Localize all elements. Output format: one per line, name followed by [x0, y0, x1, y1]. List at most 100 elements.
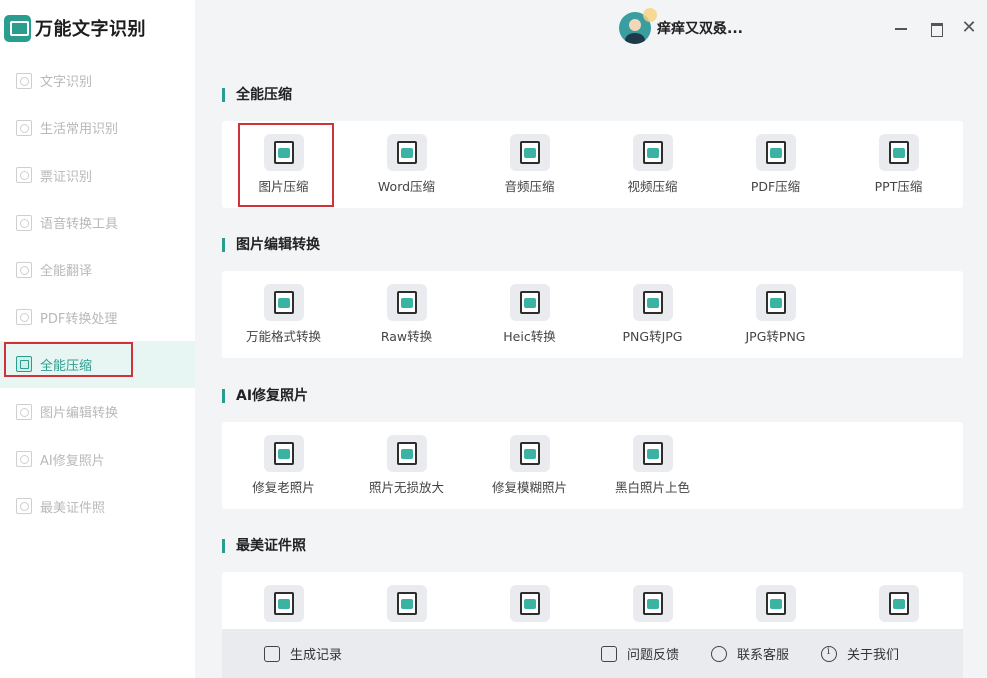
word-compress-icon	[386, 134, 427, 171]
section-title-compress: 全能压缩	[222, 85, 292, 105]
tool-label: 视频压缩	[627, 179, 678, 194]
pdf-compress-icon	[755, 134, 796, 171]
tool-ppt-compress[interactable]: PPT压缩	[837, 121, 960, 208]
section-title-ai-repair: AI修复照片	[222, 386, 308, 406]
sidebar-item-ai-repair[interactable]: AI修复照片	[0, 435, 195, 482]
sidebar-item-image-edit[interactable]: 图片编辑转换	[0, 388, 195, 435]
avatar-badge-icon	[643, 8, 657, 22]
compress-icon	[16, 356, 32, 373]
sidebar-item-label: PDF转换处理	[40, 311, 118, 327]
tool-heic-convert[interactable]: Heic转换	[468, 271, 591, 358]
section-title-id-photo: 最美证件照	[222, 536, 306, 556]
life-scan-icon	[16, 119, 32, 136]
tool-label: Raw转换	[380, 329, 433, 344]
tool-card-image-edit: 万能格式转换 Raw转换 Heic转换 PNG转JPG JPG转PNG	[222, 271, 963, 358]
username[interactable]: 痒痒又双叒...	[657, 18, 743, 38]
raw-convert-icon	[386, 284, 427, 321]
id-photo-icon	[16, 498, 32, 515]
tool-raw-convert[interactable]: Raw转换	[345, 271, 468, 358]
id-photo-4-icon	[632, 585, 673, 622]
maximize-button[interactable]	[926, 18, 946, 38]
audio-compress-icon	[509, 134, 550, 171]
history-button[interactable]: 生成记录	[264, 629, 342, 678]
translate-icon	[16, 261, 32, 278]
ai-repair-icon	[16, 451, 32, 468]
app-name: 万能文字识别	[35, 19, 146, 40]
tool-label: Word压缩	[377, 179, 436, 194]
app-logo-icon	[4, 14, 31, 42]
history-label: 生成记录	[290, 648, 343, 663]
repair-old-photo-icon	[263, 435, 304, 472]
tool-label: 黑白照片上色	[614, 480, 690, 495]
sidebar-item-label: 票证识别	[40, 169, 93, 185]
tool-repair-blur-photo[interactable]: 修复模糊照片	[468, 422, 591, 509]
sidebar-item-label: 文字识别	[40, 75, 93, 91]
tool-label: PPT压缩	[874, 179, 923, 194]
format-convert-icon	[263, 284, 304, 321]
image-edit-icon	[16, 403, 32, 420]
id-photo-2-icon	[386, 585, 427, 622]
feedback-button[interactable]: 问题反馈	[601, 629, 679, 678]
tool-card-ai-repair: 修复老照片 照片无损放大 修复模糊照片 黑白照片上色	[222, 422, 963, 509]
main-content: 全能压缩 图片压缩 Word压缩 音频压缩 视频压缩 PDF压缩 PPT压缩 图…	[195, 58, 987, 678]
tool-label: Heic转换	[503, 329, 556, 344]
tool-format-convert[interactable]: 万能格式转换	[222, 271, 345, 358]
sidebar-item-ticket-recognition[interactable]: 票证识别	[0, 152, 195, 199]
heic-convert-icon	[509, 284, 550, 321]
mail-icon	[601, 645, 617, 662]
sidebar-item-label: 最美证件照	[40, 500, 106, 516]
title-bar: 痒痒又双叒... ✕	[195, 0, 987, 58]
tool-label: 照片无损放大	[368, 480, 444, 495]
ticket-scan-icon	[16, 167, 32, 184]
tool-video-compress[interactable]: 视频压缩	[591, 121, 714, 208]
png-to-jpg-icon	[632, 284, 673, 321]
sidebar-item-translate[interactable]: 全能翻译	[0, 246, 195, 293]
sidebar-item-label: 语音转换工具	[40, 217, 119, 233]
about-label: 关于我们	[847, 648, 900, 663]
sidebar-item-compress[interactable]: 全能压缩	[0, 340, 195, 389]
tool-audio-compress[interactable]: 音频压缩	[468, 121, 591, 208]
tool-png-to-jpg[interactable]: PNG转JPG	[591, 271, 714, 358]
minimize-button[interactable]	[891, 18, 911, 38]
id-photo-6-icon	[878, 585, 919, 622]
sidebar-item-id-photo[interactable]: 最美证件照	[0, 483, 195, 530]
sidebar-item-pdf[interactable]: PDF转换处理	[0, 293, 195, 340]
support-label: 联系客服	[737, 648, 790, 663]
tool-word-compress[interactable]: Word压缩	[345, 121, 468, 208]
sidebar-item-text-recognition[interactable]: 文字识别	[0, 57, 195, 104]
tool-pdf-compress[interactable]: PDF压缩	[714, 121, 837, 208]
lossless-upscale-icon	[386, 435, 427, 472]
tool-colorize-photo[interactable]: 黑白照片上色	[591, 422, 714, 509]
clipboard-icon	[264, 645, 280, 662]
section-title-image-edit: 图片编辑转换	[222, 235, 320, 255]
sidebar: 万能文字识别 文字识别 生活常用识别 票证识别 语音转换工具 全能翻译 PDF转…	[0, 0, 195, 678]
sidebar-item-label: 全能翻译	[40, 264, 93, 280]
image-compress-icon	[263, 134, 304, 171]
tool-label: PDF压缩	[750, 179, 801, 194]
tool-lossless-upscale[interactable]: 照片无损放大	[345, 422, 468, 509]
sidebar-item-life-recognition[interactable]: 生活常用识别	[0, 104, 195, 151]
footer-bar: 生成记录 问题反馈 联系客服 关于我们	[222, 629, 963, 678]
ppt-compress-icon	[878, 134, 919, 171]
tool-jpg-to-png[interactable]: JPG转PNG	[714, 271, 837, 358]
support-button[interactable]: 联系客服	[711, 629, 789, 678]
repair-blur-photo-icon	[509, 435, 550, 472]
about-button[interactable]: 关于我们	[821, 629, 899, 678]
feedback-label: 问题反馈	[627, 648, 680, 663]
tool-repair-old-photo[interactable]: 修复老照片	[222, 422, 345, 509]
tool-image-compress[interactable]: 图片压缩	[222, 121, 345, 208]
sidebar-item-voice-tools[interactable]: 语音转换工具	[0, 199, 195, 246]
jpg-to-png-icon	[755, 284, 796, 321]
tool-label: PNG转JPG	[622, 329, 683, 344]
colorize-photo-icon	[632, 435, 673, 472]
voice-convert-icon	[16, 214, 32, 231]
chat-icon	[711, 645, 727, 662]
tool-label: JPG转PNG	[745, 329, 806, 344]
tool-label: 修复老照片	[252, 480, 315, 495]
tool-card-compress: 图片压缩 Word压缩 音频压缩 视频压缩 PDF压缩 PPT压缩	[222, 121, 963, 208]
id-photo-3-icon	[509, 585, 550, 622]
text-scan-icon	[16, 72, 32, 89]
user-profile[interactable]: 痒痒又双叒...	[619, 8, 743, 44]
info-icon	[821, 645, 837, 662]
close-button[interactable]: ✕	[959, 18, 979, 38]
